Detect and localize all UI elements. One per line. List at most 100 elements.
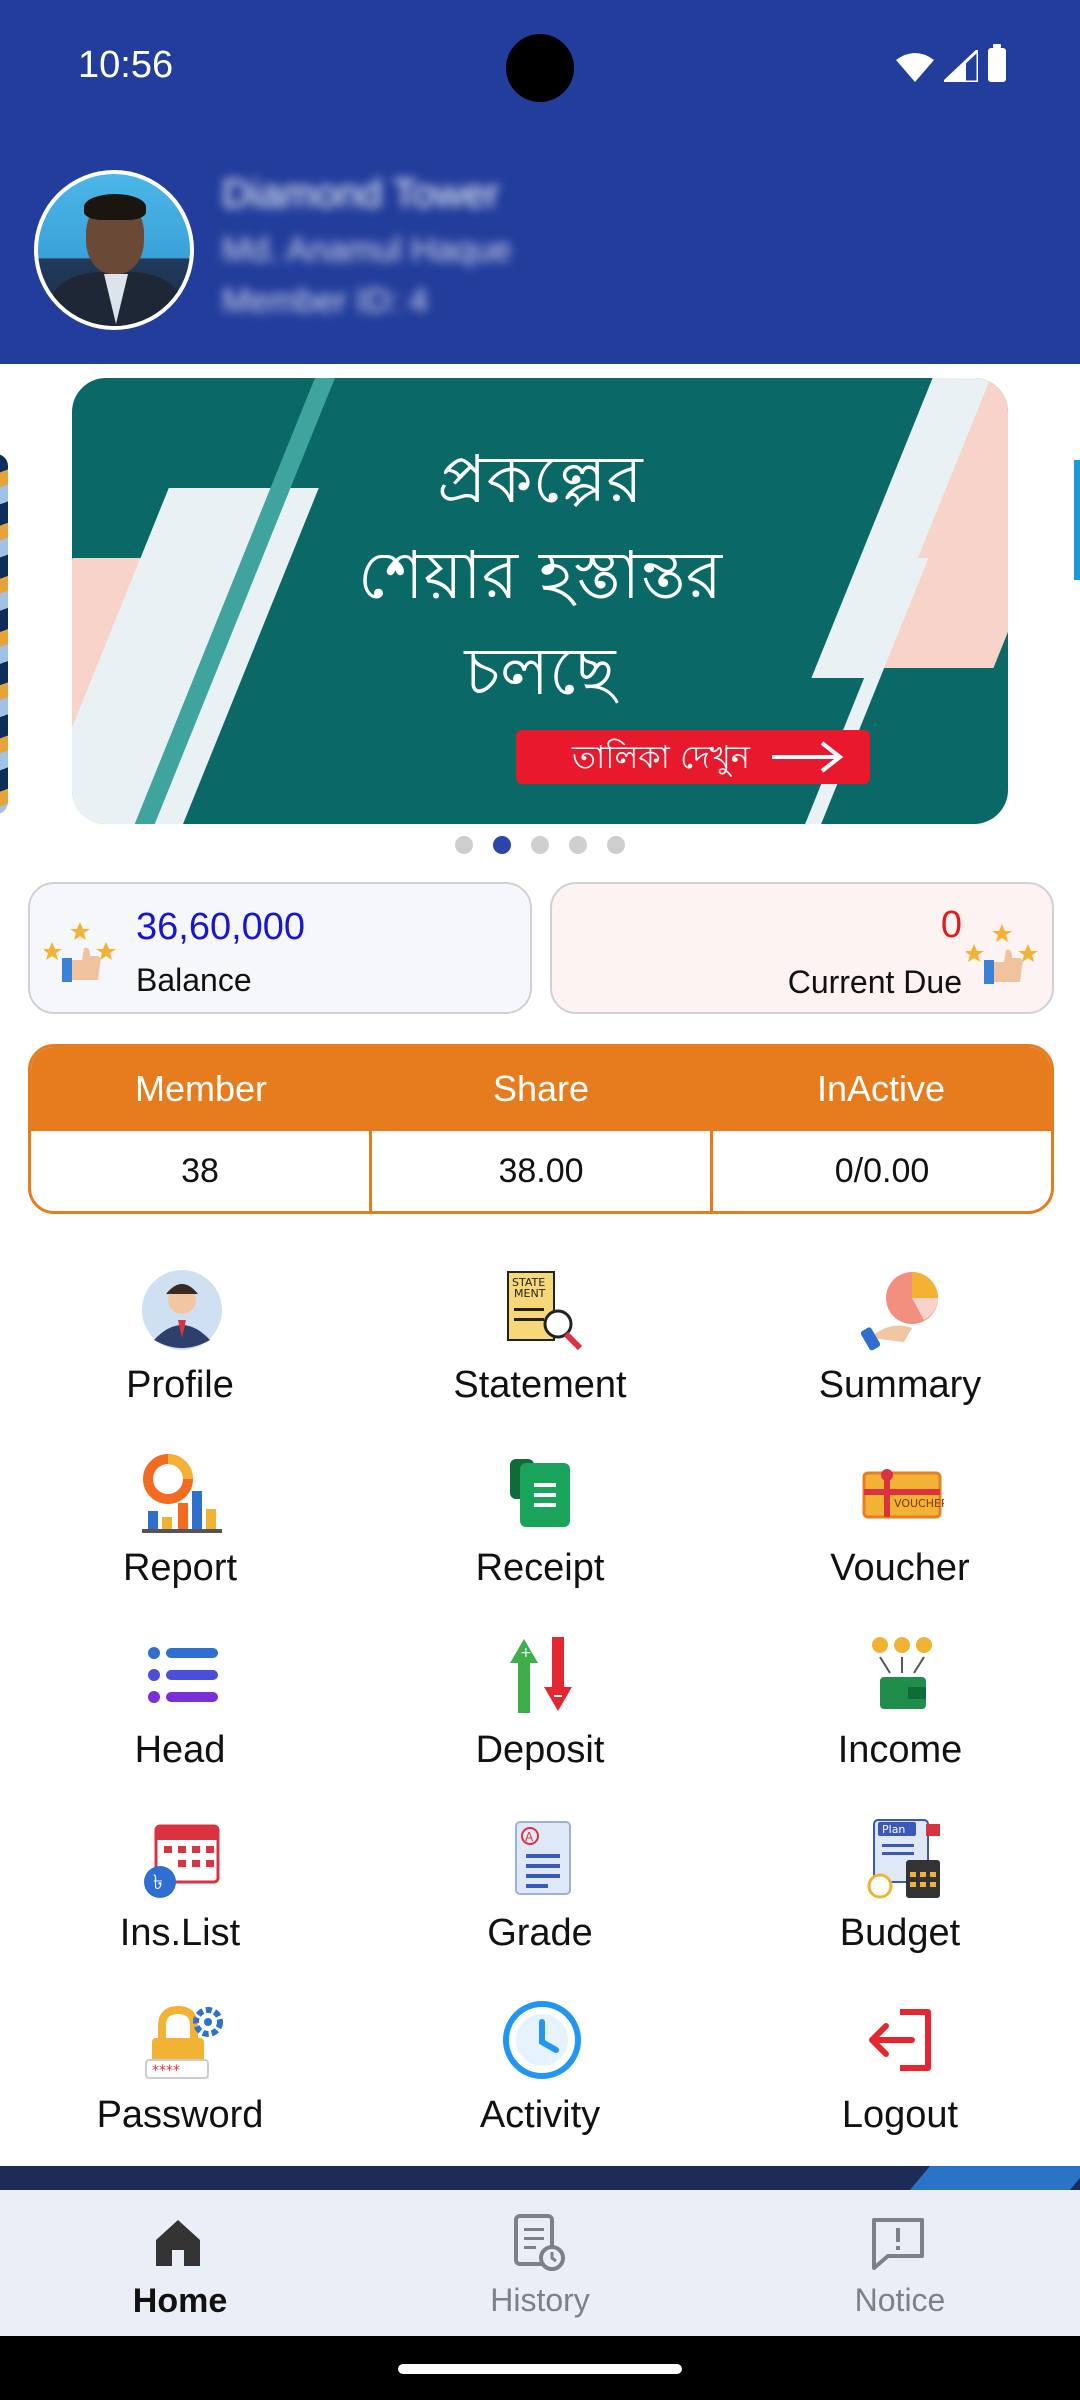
nav-label: Home: [132, 2282, 228, 2320]
menu-label: Ins.List: [119, 1911, 241, 1954]
current-due-card[interactable]: 0 Current Due: [550, 882, 1054, 1014]
status-icons: [896, 44, 1006, 82]
thumbs-up-stars-icon: [44, 922, 116, 982]
current-due-label: Current Due: [787, 964, 962, 1000]
menu-item-statement[interactable]: STATE MENT Statement: [360, 1260, 720, 1443]
menu-item-report[interactable]: Report: [0, 1443, 360, 1626]
banner-heading: প্রকল্পের শেয়ার হস্তান্তর চলছে: [357, 441, 723, 710]
member-stats-table: Member Share InActive 38 38.00 0/0.00: [28, 1044, 1054, 1214]
menu-item-budget[interactable]: Plan Budget: [720, 1808, 1080, 1991]
profile-icon: [142, 1270, 222, 1350]
password-icon: ****: [145, 2005, 223, 2079]
menu-item-activity[interactable]: Activity: [360, 1990, 720, 2173]
menu-label: Statement: [453, 1364, 627, 1406]
logout-icon: [869, 2009, 931, 2071]
menu-label: Profile: [126, 1364, 234, 1406]
menu-label: Password: [96, 2094, 264, 2136]
svg-text:****: ****: [152, 2063, 180, 2079]
header: 10:56 Diamond Tower Md. Anamul Haque Mem…: [0, 0, 1080, 364]
menu-item-logout[interactable]: Logout: [720, 1990, 1080, 2173]
menu-item-ins-list[interactable]: ৳ Ins.List: [0, 1808, 360, 1991]
next-banner-peek[interactable]: [1074, 460, 1080, 580]
menu-item-profile[interactable]: Profile: [0, 1260, 360, 1443]
menu-item-voucher[interactable]: VOUCHER Voucher: [720, 1443, 1080, 1626]
svg-text:৳: ৳: [153, 1870, 163, 1894]
voucher-icon: VOUCHER: [862, 1468, 944, 1518]
menu-item-grade[interactable]: A Grade: [360, 1808, 720, 1991]
svg-text:A: A: [525, 1830, 534, 1844]
member-name: Md. Anamul Haque: [222, 231, 512, 269]
carousel-dot-active[interactable]: [493, 836, 511, 854]
banner-slide[interactable]: প্রকল্পের শেয়ার হস্তান্তর চলছে তালিকা দ…: [72, 378, 1008, 824]
menu-label: Head: [134, 1729, 226, 1771]
receipt-icon: [510, 1458, 570, 1527]
svg-text:Plan: Plan: [882, 1823, 905, 1836]
arrow-right-icon: [772, 741, 844, 773]
menu-label: Summary: [818, 1364, 982, 1406]
nav-label: History: [490, 2282, 590, 2318]
camera-cutout: [506, 34, 574, 102]
stats-header-member: Member: [134, 1068, 268, 1109]
carousel-indicator: [0, 836, 1080, 854]
wifi-icon: [896, 53, 934, 82]
grade-icon: A: [515, 1820, 571, 1895]
bottom-navigation: Home History Notice: [0, 2190, 1080, 2336]
carousel-dot[interactable]: [531, 836, 549, 854]
view-list-button[interactable]: তালিকা দেখুন: [516, 730, 870, 784]
menu-label: Grade: [487, 1911, 593, 1954]
current-due-value: 0: [940, 904, 962, 946]
menu-label: Receipt: [475, 1546, 605, 1589]
menu-item-income[interactable]: Income: [720, 1625, 1080, 1808]
member-id: Member ID: 4: [222, 282, 428, 320]
previous-banner-peek[interactable]: [0, 454, 8, 814]
stats-value-row: 38 38.00 0/0.00: [31, 1131, 1051, 1211]
organization-title: Diamond Tower: [222, 172, 500, 216]
status-time: 10:56: [78, 44, 174, 86]
menu-item-receipt[interactable]: Receipt: [360, 1443, 720, 1626]
carousel-dot[interactable]: [607, 836, 625, 854]
carousel-dot[interactable]: [455, 836, 473, 854]
income-icon: [872, 1637, 932, 1709]
avatar[interactable]: [34, 170, 194, 330]
thumbs-up-stars-icon: [966, 924, 1038, 984]
stats-share-value: 38.00: [372, 1131, 713, 1211]
stats-member-value: 38: [31, 1131, 372, 1211]
balance-value: 36,60,000: [136, 906, 306, 948]
statement-icon: STATEMENT: [507, 1271, 583, 1351]
notice-icon: [872, 2218, 924, 2270]
menu-item-summary[interactable]: Summary: [720, 1260, 1080, 1443]
budget-icon: Plan: [867, 1818, 940, 1898]
banner-carousel[interactable]: প্রকল্পের শেয়ার হস্তান্তর চলছে তালিকা দ…: [0, 364, 1080, 834]
menu-item-head[interactable]: Head: [0, 1625, 360, 1808]
nav-notice[interactable]: Notice: [720, 2190, 1080, 2336]
carousel-dot[interactable]: [569, 836, 587, 854]
menu-label: Activity: [479, 2094, 601, 2136]
svg-text:MENT: MENT: [514, 1287, 546, 1300]
stats-header-share: Share: [492, 1068, 590, 1109]
menu-label: Voucher: [830, 1546, 970, 1589]
svg-text:+: +: [520, 1645, 532, 1661]
menu-item-password[interactable]: **** Password: [0, 1990, 360, 2173]
deposit-icon: +: [510, 1637, 572, 1713]
balance-card[interactable]: 36,60,000 Balance: [28, 882, 532, 1014]
member-info: Diamond Tower Md. Anamul Haque Member ID…: [222, 172, 511, 333]
head-icon: [148, 1647, 218, 1703]
menu-label: Income: [837, 1729, 963, 1771]
cellular-signal-icon: [944, 50, 978, 82]
stats-header-row: Member Share InActive: [31, 1047, 1051, 1131]
home-gesture-handle[interactable]: [398, 2364, 682, 2374]
menu-label: Deposit: [475, 1729, 605, 1771]
ins-list-icon: ৳: [144, 1824, 220, 1898]
menu-item-deposit[interactable]: + Deposit: [360, 1625, 720, 1808]
history-icon: [514, 2214, 565, 2271]
home-icon: [156, 2220, 200, 2266]
nav-home[interactable]: Home: [0, 2190, 360, 2336]
battery-icon: [988, 44, 1006, 82]
stats-inactive-value: 0/0.00: [834, 1152, 930, 1190]
activity-icon: [503, 2001, 581, 2079]
summary-icon: [860, 1272, 938, 1351]
menu-grid: Profile STATE MENT Statement Summary Repo…: [0, 1260, 1080, 2173]
footer-decoration: [0, 2166, 1080, 2190]
nav-history[interactable]: History: [360, 2190, 720, 2336]
report-icon: [142, 1453, 222, 1533]
